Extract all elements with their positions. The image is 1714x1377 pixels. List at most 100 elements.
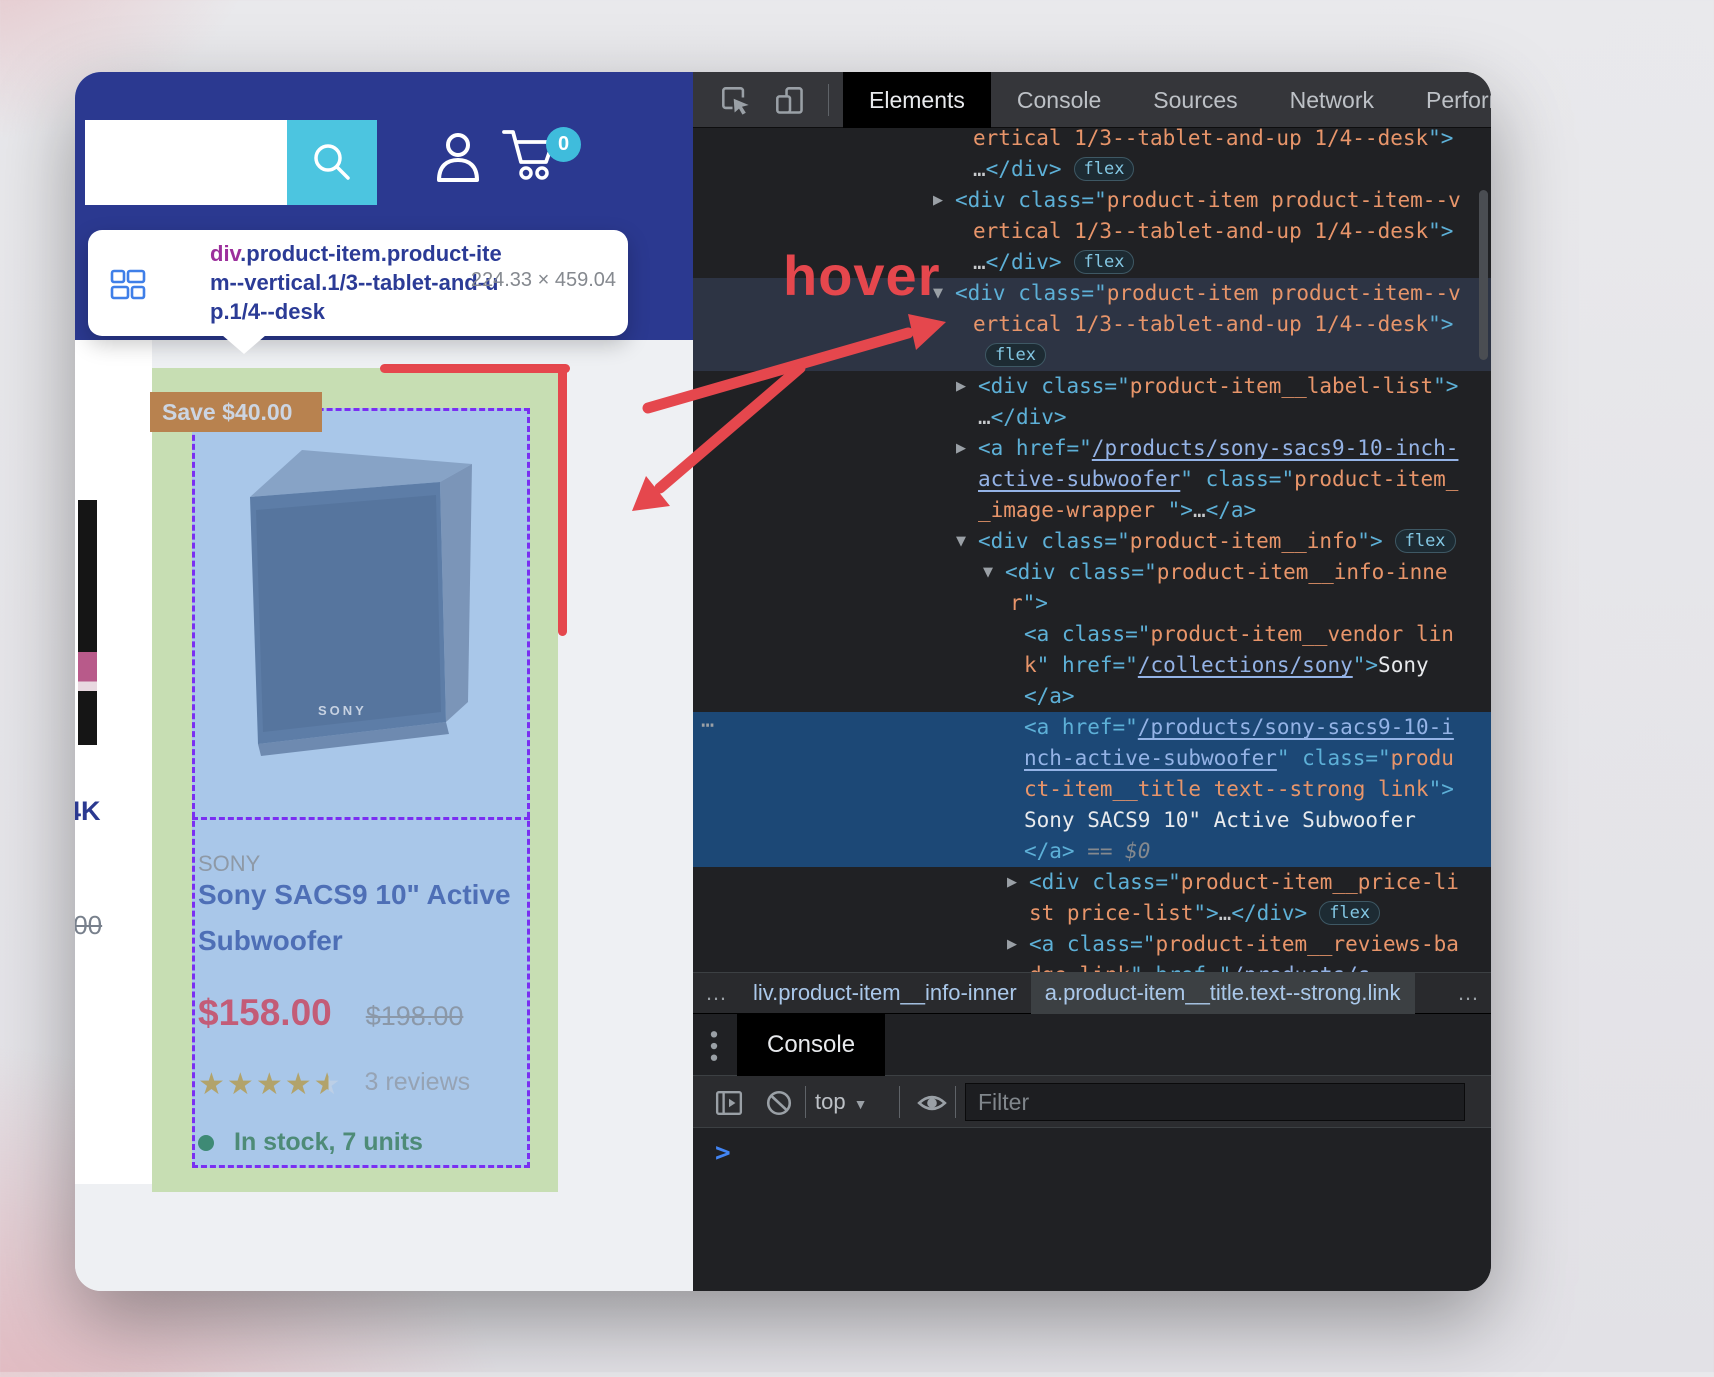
code-line[interactable]: </a>	[693, 681, 1491, 712]
expand-arrow-icon[interactable]: ▶	[956, 433, 966, 464]
code-token: product-item__price-li	[1181, 870, 1459, 894]
code-line[interactable]: ▶<div class="product-item__label-list">	[693, 371, 1491, 402]
browser-window: 0 div.product-item.product-item--vertica…	[75, 72, 1491, 1291]
code-token: <a href="	[978, 436, 1092, 460]
adjacent-product-card	[75, 340, 152, 1184]
code-token: produ	[1391, 746, 1454, 770]
search-input[interactable]	[85, 120, 287, 205]
code-token: ">	[1428, 312, 1453, 336]
code-token: ertical 1/3--tablet-and-up 1/4--desk	[973, 312, 1428, 336]
stock-row: In stock, 7 units	[198, 1128, 423, 1157]
flex-badge[interactable]: flex	[1074, 157, 1135, 181]
clear-console-icon[interactable]	[765, 1089, 793, 1117]
star-rating[interactable]: ★★★★★3 reviews	[198, 1067, 470, 1102]
code-line[interactable]: ▼<div class="product-item product-item--…	[693, 278, 1491, 309]
tooltip-tail	[222, 335, 266, 354]
code-line[interactable]: ⋯<a href="/products/sony-sacs9-10-i	[693, 712, 1491, 743]
code-token: ">	[1023, 591, 1048, 615]
breadcrumb-item[interactable]: liv.product-item__info-inner	[739, 972, 1031, 1014]
tooltip-dimensions: 224.33 × 459.04	[471, 269, 616, 292]
code-line[interactable]: Sony SACS9 10" Active Subwoofer	[693, 805, 1491, 836]
expand-arrow-icon[interactable]: ▶	[933, 185, 943, 216]
expand-arrow-icon[interactable]: ▶	[1007, 929, 1017, 960]
elements-scrollbar-thumb[interactable]	[1479, 190, 1488, 360]
breadcrumb-overflow-right[interactable]: …	[1445, 980, 1491, 1006]
annotation-bracket-vertical	[558, 364, 567, 636]
tab-elements[interactable]: Elements	[843, 72, 991, 128]
code-token: </div>	[1231, 901, 1307, 925]
star-full-icon: ★	[285, 1068, 314, 1101]
code-line[interactable]: …</div>flex	[693, 154, 1491, 185]
code-token: <div class="	[1005, 560, 1157, 584]
code-token: active-subwoofer	[978, 467, 1180, 491]
dom-breadcrumbs: …liv.product-item__info-innera.product-i…	[693, 972, 1491, 1014]
code-line[interactable]: ct-item__title text--strong link">	[693, 774, 1491, 805]
collapse-arrow-icon[interactable]: ▼	[933, 278, 943, 309]
code-line[interactable]: ▶<a class="product-item__reviews-ba	[693, 929, 1491, 960]
eye-icon[interactable]	[917, 1089, 947, 1117]
code-line[interactable]: active-subwoofer" class="product-item_	[693, 464, 1491, 495]
code-token: ">	[1357, 529, 1382, 553]
code-line[interactable]: ▼<div class="product-item__info">flex	[693, 526, 1491, 557]
tab-console[interactable]: Console	[991, 72, 1127, 128]
product-title[interactable]: Sony SACS9 10" Active Subwoofer	[198, 872, 518, 964]
code-line[interactable]: ertical 1/3--tablet-and-up 1/4--desk">	[693, 216, 1491, 247]
code-line[interactable]: <a class="product-item__vendor lin	[693, 619, 1491, 650]
console-prompt: >	[715, 1138, 731, 1168]
code-token: /products/sony-sacs9-10-inch-	[1092, 436, 1459, 460]
inspect-overlay-divider	[192, 817, 530, 820]
code-line[interactable]: ▼<div class="product-item__info-inne	[693, 557, 1491, 588]
account-icon[interactable]	[433, 130, 483, 184]
breadcrumb-overflow-left[interactable]: …	[693, 980, 739, 1006]
code-line[interactable]: …</div>	[693, 402, 1491, 433]
drawer-menu-icon[interactable]	[707, 1029, 721, 1063]
tab-network[interactable]: Network	[1264, 72, 1400, 128]
star-full-icon: ★	[227, 1068, 256, 1101]
code-line[interactable]: …</div>flex	[693, 247, 1491, 278]
code-line[interactable]: dge link" href="/products/s	[693, 960, 1491, 972]
code-token: ==	[1075, 839, 1126, 863]
expand-arrow-icon[interactable]: ▶	[956, 371, 966, 402]
console-output[interactable]: >	[693, 1128, 1491, 1291]
collapse-arrow-icon[interactable]: ▼	[983, 557, 993, 588]
code-line[interactable]: nch-active-subwoofer" class="produ	[693, 743, 1491, 774]
code-line[interactable]: k" href="/collections/sony">Sony	[693, 650, 1491, 681]
flex-badge[interactable]: flex	[1395, 529, 1456, 553]
search-button[interactable]	[287, 120, 377, 205]
code-line[interactable]: st price-list">…</div>flex	[693, 898, 1491, 929]
code-line[interactable]: _image-wrapper ">…</a>	[693, 495, 1491, 526]
inspect-element-icon[interactable]	[721, 86, 751, 116]
flex-badge[interactable]: flex	[1319, 901, 1380, 925]
code-token: ">	[1433, 374, 1458, 398]
price-row: $158.00$198.00	[198, 992, 463, 1034]
selected-row-dots-icon[interactable]: ⋯	[701, 710, 715, 741]
console-drawer-tab[interactable]: Console	[737, 1014, 885, 1076]
layout-grid-icon	[110, 269, 146, 301]
code-line[interactable]: ▶<div class="product-item product-item--…	[693, 185, 1491, 216]
flex-badge[interactable]: flex	[1074, 250, 1135, 274]
code-token: st price-list	[1029, 901, 1193, 925]
code-token: <div class="	[978, 529, 1130, 553]
code-line[interactable]: ▶<div class="product-item__price-li	[693, 867, 1491, 898]
tab-sources[interactable]: Sources	[1127, 72, 1263, 128]
code-line[interactable]: </a> == $0	[693, 836, 1491, 867]
flex-badge[interactable]: flex	[985, 343, 1046, 367]
star-half-icon: ★	[314, 1068, 343, 1101]
console-drawer-header: Console	[693, 1014, 1491, 1076]
product-image[interactable]: SONY	[200, 420, 520, 765]
code-line[interactable]: r">	[693, 588, 1491, 619]
code-line[interactable]: flex	[693, 340, 1491, 371]
reviews-count[interactable]: 3 reviews	[365, 1068, 471, 1096]
device-toolbar-icon[interactable]	[775, 86, 805, 116]
code-token: …	[978, 405, 991, 429]
expand-arrow-icon[interactable]: ▶	[1007, 867, 1017, 898]
console-sidebar-icon[interactable]	[715, 1089, 743, 1117]
collapse-arrow-icon[interactable]: ▼	[956, 526, 966, 557]
tab-performance[interactable]: Performance	[1400, 72, 1491, 128]
breadcrumb-item[interactable]: a.product-item__title.text--strong.link	[1031, 972, 1415, 1014]
search-icon	[310, 140, 354, 184]
console-filter-input[interactable]	[965, 1083, 1465, 1121]
code-line[interactable]: ▶ <a href="/products/sony-sacs9-10-inch-	[693, 433, 1491, 464]
execution-context-selector[interactable]: top▼	[815, 1076, 867, 1128]
code-line[interactable]: ertical 1/3--tablet-and-up 1/4--desk">	[693, 309, 1491, 340]
